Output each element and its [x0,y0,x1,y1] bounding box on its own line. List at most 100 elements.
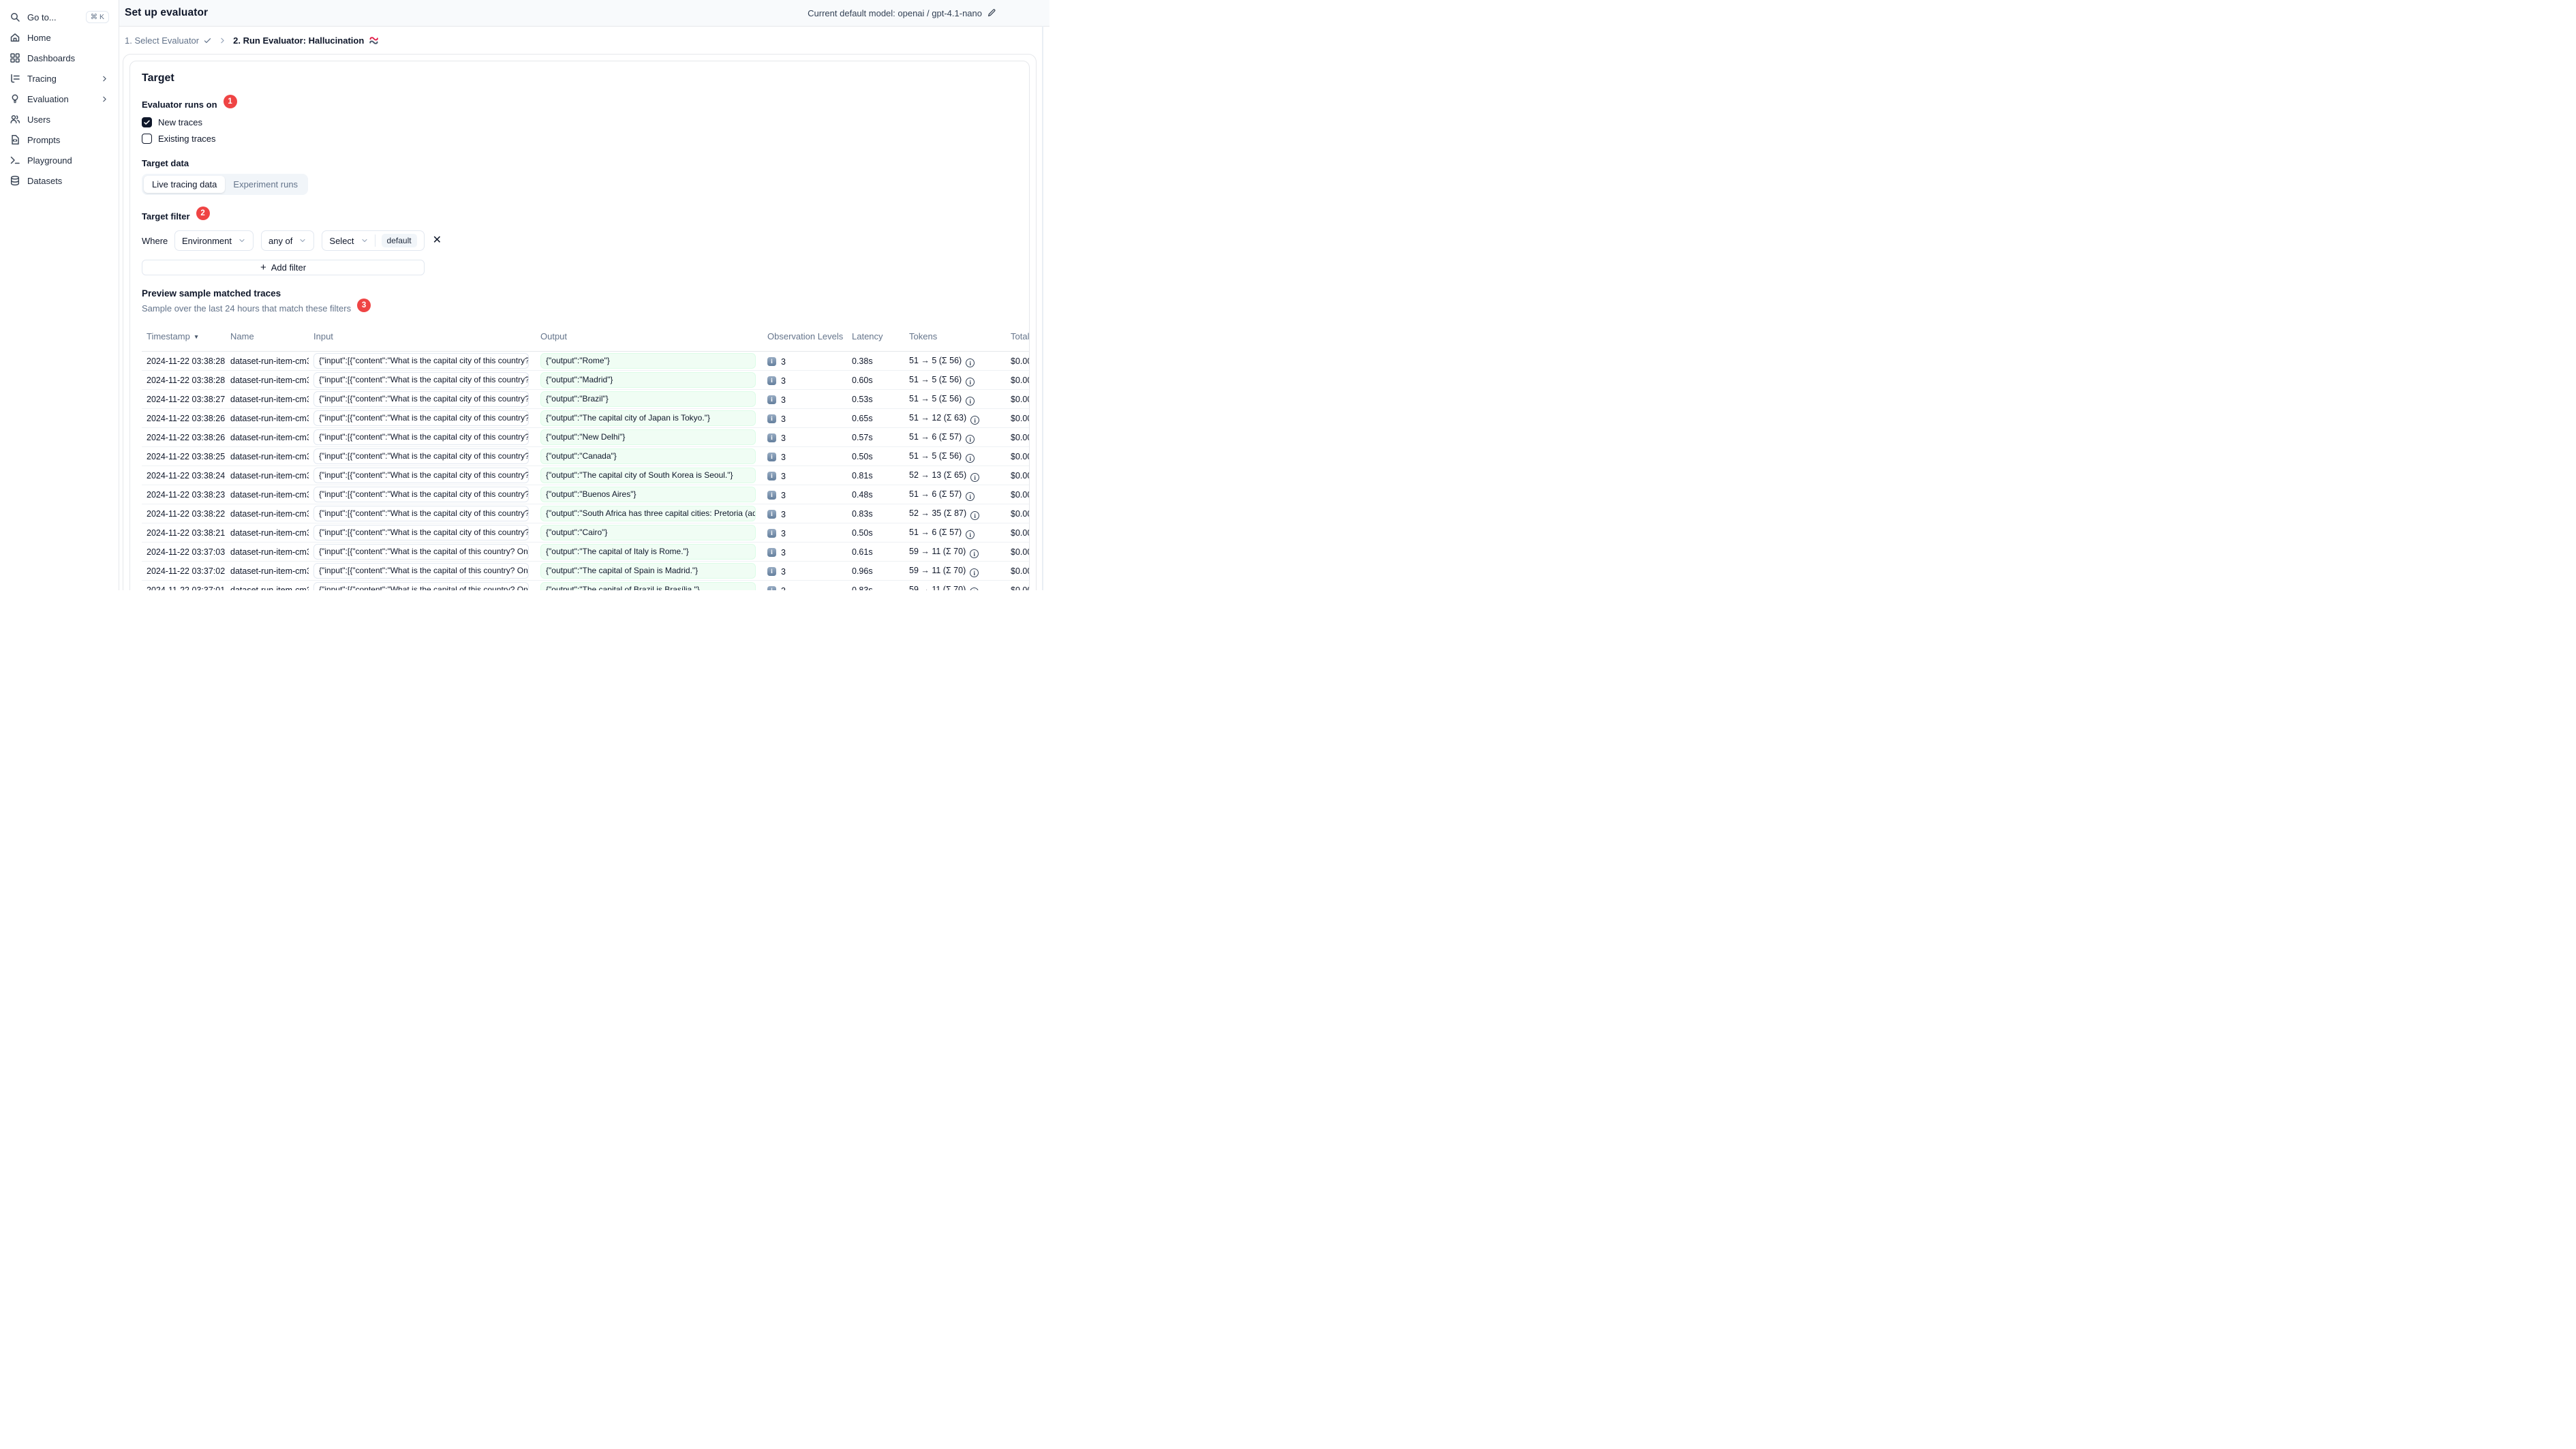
table-row[interactable]: 2024-11-22 03:38:25dataset-run-item-cm3s… [142,446,1029,466]
output-preview[interactable]: {"output":"Canada"} [540,448,756,464]
input-cell: {"input":[{"content":"What is the capita… [309,580,536,590]
step-select-evaluator[interactable]: 1. Select Evaluator [125,35,212,46]
column-header-tokens[interactable]: Tokens [904,324,1006,352]
observation-levels-cell: i3 [763,542,847,562]
step-run-evaluator[interactable]: 2. Run Evaluator: Hallucination [233,35,379,46]
column-header-output[interactable]: Output [536,324,763,352]
tokens-cell: 59 → 11 (Σ 70)i [904,580,1006,590]
column-header-latency[interactable]: Latency [847,324,904,352]
input-preview[interactable]: {"input":[{"content":"What is the capita… [313,544,529,560]
table-row[interactable]: 2024-11-22 03:38:26dataset-run-item-cm3s… [142,427,1029,447]
input-preview[interactable]: {"input":[{"content":"What is the capita… [313,429,529,445]
table-row[interactable]: 2024-11-22 03:38:28dataset-run-item-cm3s… [142,370,1029,390]
token-info-icon: i [970,549,979,559]
sidebar-item-datasets[interactable]: Datasets [10,170,109,191]
column-header-name[interactable]: Name [226,324,309,352]
output-preview[interactable]: {"output":"Madrid"} [540,372,756,388]
output-preview[interactable]: {"output":"The capital of Brazil is Bras… [540,582,756,590]
output-preview[interactable]: {"output":"New Delhi"} [540,429,756,445]
input-preview[interactable]: {"input":[{"content":"What is the capita… [313,353,529,369]
column-header-timestamp[interactable]: Timestamp ▼ [142,324,226,352]
column-header-observation-levels[interactable]: Observation Levels [763,324,847,352]
edit-pencil-icon[interactable] [987,8,996,18]
output-preview[interactable]: {"output":"Brazil"} [540,391,756,407]
observation-levels-cell: i3 [763,389,847,409]
output-cell: {"output":"The capital of Brazil is Bras… [536,580,763,590]
table-row[interactable]: 2024-11-22 03:38:21dataset-run-item-cm3s… [142,523,1029,543]
output-cell: {"output":"The capital of Italy is Rome.… [536,542,763,562]
playground-icon [10,156,20,164]
input-preview[interactable]: {"input":[{"content":"What is the capita… [313,372,529,388]
traces-table: Timestamp ▼ Name Input Output Observation… [142,324,1029,590]
input-preview[interactable]: {"input":[{"content":"What is the capita… [313,525,529,540]
token-info-icon: i [966,530,975,540]
filter-value-dropdown[interactable]: Select default [322,230,425,251]
column-header-input[interactable]: Input [309,324,536,352]
where-label: Where [142,235,168,246]
existing-traces-option[interactable]: Existing traces [142,134,1029,144]
filter-operator-dropdown[interactable]: any of [260,230,315,251]
trace-table-body: 2024-11-22 03:38:28dataset-run-item-cm3s… [142,351,1029,590]
input-cell: {"input":[{"content":"What is the capita… [309,561,536,581]
remove-filter-button[interactable]: ✕ [433,235,442,246]
output-preview[interactable]: {"output":"The capital of Italy is Rome.… [540,544,756,560]
input-preview[interactable]: {"input":[{"content":"What is the capita… [313,410,529,426]
new-traces-checkbox[interactable] [142,117,152,127]
input-preview[interactable]: {"input":[{"content":"What is the capita… [313,391,529,407]
output-cell: {"output":"The capital of Spain is Madri… [536,561,763,581]
latency-cell: 0.57s [847,427,904,447]
input-preview[interactable]: {"input":[{"content":"What is the capita… [313,468,529,483]
tab-live-tracing-data[interactable]: Live tracing data [144,176,226,193]
step-badge-2: 2 [196,207,210,220]
name-cell: dataset-run-item-cm3s4 [226,427,309,447]
sidebar-item-dashboards[interactable]: Dashboards [10,48,109,68]
table-row[interactable]: 2024-11-22 03:38:26dataset-run-item-cm3s… [142,408,1029,428]
info-level-icon: i [767,395,776,404]
add-filter-button[interactable]: + Add filter [142,260,425,275]
output-preview[interactable]: {"output":"Cairo"} [540,525,756,540]
timestamp-cell: 2024-11-22 03:38:25 [142,446,226,466]
column-header-total-cost[interactable]: Total Cost [1006,324,1029,352]
wizard-step-panel: Target Evaluator runs on 1 New traces Ex… [123,54,1037,590]
scrollbar-gutter[interactable] [1042,26,1043,590]
sidebar-item-home[interactable]: Home [10,27,109,48]
table-row[interactable]: 2024-11-22 03:38:24dataset-run-item-cm3s… [142,466,1029,485]
existing-traces-checkbox[interactable] [142,134,152,144]
output-preview[interactable]: {"output":"Buenos Aires"} [540,487,756,502]
table-row[interactable]: 2024-11-22 03:37:01dataset-run-item-cm3s… [142,580,1029,590]
filter-field-dropdown[interactable]: Environment [174,230,254,251]
new-traces-option[interactable]: New traces [142,117,1029,127]
sidebar-item-label: Playground [27,155,72,166]
output-preview[interactable]: {"output":"The capital city of Japan is … [540,410,756,426]
table-row[interactable]: 2024-11-22 03:37:03dataset-run-item-cm3s… [142,542,1029,562]
table-row[interactable]: 2024-11-22 03:38:22dataset-run-item-cm3s… [142,504,1029,523]
output-preview[interactable]: {"output":"The capital of Spain is Madri… [540,563,756,579]
input-preview[interactable]: {"input":[{"content":"What is the capita… [313,582,529,590]
output-preview[interactable]: {"output":"Rome"} [540,353,756,369]
sidebar-item-playground[interactable]: Playground [10,150,109,170]
sidebar-item-users[interactable]: Users [10,109,109,129]
sidebar-item-tracing[interactable]: Tracing [10,68,109,89]
name-cell: dataset-run-item-cm3s4 [226,408,309,428]
input-cell: {"input":[{"content":"What is the capita… [309,523,536,543]
tab-experiment-runs[interactable]: Experiment runs [225,176,306,193]
sidebar-item-go-to[interactable]: Go to... ⌘ K [10,7,109,27]
output-preview[interactable]: {"output":"The capital city of South Kor… [540,468,756,483]
chevron-right-icon [103,76,106,81]
table-row[interactable]: 2024-11-22 03:38:28dataset-run-item-cm3s… [142,351,1029,371]
table-row[interactable]: 2024-11-22 03:38:23dataset-run-item-cm3s… [142,485,1029,504]
input-preview[interactable]: {"input":[{"content":"What is the capita… [313,563,529,579]
step-badge-1: 1 [223,95,237,108]
plus-icon: + [260,261,266,273]
prompts-icon [12,135,19,144]
sidebar-item-prompts[interactable]: Prompts [10,129,109,150]
latency-cell: 0.60s [847,370,904,390]
input-cell: {"input":[{"content":"What is the capita… [309,408,536,428]
sidebar-item-evaluation[interactable]: Evaluation [10,89,109,109]
input-preview[interactable]: {"input":[{"content":"What is the capita… [313,506,529,521]
output-preview[interactable]: {"output":"South Africa has three capita… [540,506,756,521]
input-preview[interactable]: {"input":[{"content":"What is the capita… [313,448,529,464]
input-preview[interactable]: {"input":[{"content":"What is the capita… [313,487,529,502]
table-row[interactable]: 2024-11-22 03:37:02dataset-run-item-cm3s… [142,561,1029,581]
table-row[interactable]: 2024-11-22 03:38:27dataset-run-item-cm3s… [142,389,1029,409]
